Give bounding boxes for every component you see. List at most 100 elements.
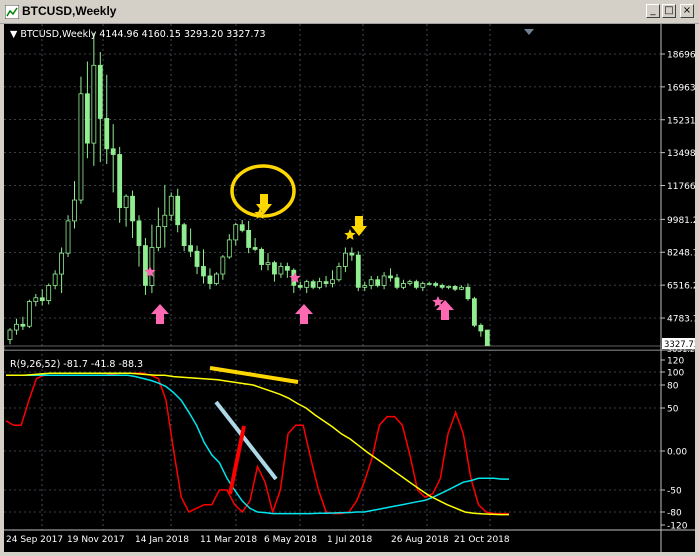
price-tick-label: 18696.20 xyxy=(667,51,695,61)
candlestick-series xyxy=(7,33,490,347)
candle-body xyxy=(130,195,135,222)
candle-body xyxy=(304,281,310,288)
candle-body xyxy=(149,247,155,286)
candle-body xyxy=(413,281,419,288)
candle-body xyxy=(233,224,239,241)
price-tick-label: 8248.70 xyxy=(667,249,695,259)
candle-body xyxy=(362,285,368,288)
candle-body xyxy=(104,118,110,150)
candle-body xyxy=(478,324,484,332)
price-axis: 18696.20 16963.70 15231.20 13498.70 11766.20… xyxy=(661,51,695,354)
chart-canvas[interactable]: 18696.20 16963.70 15231.20 13498.70 11766.20… xyxy=(4,24,695,552)
candle-body xyxy=(46,285,52,302)
indicator-tick-label: 0.00 xyxy=(667,448,687,458)
time-axis: 24 Sep 2017 19 Nov 2017 14 Jan 2018 11 Mar … xyxy=(6,535,510,545)
candle-body xyxy=(446,285,452,288)
candle-body xyxy=(213,273,219,284)
window-titlebar: BTCUSD,Weekly _ □ × xyxy=(0,0,699,24)
candle-body xyxy=(420,283,426,288)
candle-body xyxy=(317,281,323,288)
candle-body xyxy=(471,298,477,326)
candle-body xyxy=(123,195,129,209)
yellow-arrow-down-icon xyxy=(256,194,272,214)
current-price-label: 3327.73 xyxy=(664,340,695,350)
window-title: BTCUSD,Weekly xyxy=(22,4,117,18)
candle-body xyxy=(407,281,413,284)
pink-arrow-up-icon xyxy=(295,304,313,324)
candle-body xyxy=(175,195,181,226)
candle-body xyxy=(368,279,374,286)
candle-body xyxy=(26,301,32,327)
candle-body xyxy=(52,273,58,286)
candle-body xyxy=(162,214,168,228)
time-tick-label: 24 Sep 2017 xyxy=(6,535,63,545)
candle-body xyxy=(201,266,206,277)
candle-body xyxy=(91,64,97,144)
candle-body xyxy=(375,279,381,286)
pink-arrow-up-icon xyxy=(151,304,169,324)
candle-body xyxy=(117,154,123,209)
indicator-tick-label: 100 xyxy=(667,369,684,379)
candle-body xyxy=(388,275,393,279)
candle-body xyxy=(465,286,471,300)
candle-body xyxy=(246,230,252,248)
candle-body xyxy=(239,224,245,231)
chart-header-info: ▼ BTCUSD,Weekly 4144.96 4160.15 3293.20 … xyxy=(10,29,266,40)
candle-body xyxy=(265,262,271,265)
candle-body xyxy=(349,252,355,256)
candle-body xyxy=(33,297,39,302)
candle-body xyxy=(401,283,406,288)
price-tick-label: 9981.20 xyxy=(667,216,695,226)
candle-body xyxy=(381,275,387,286)
indicator-label: R(9,26,52) -81.7 -41.8 -88.3 xyxy=(10,359,143,370)
candle-body xyxy=(7,329,13,340)
candle-body xyxy=(226,239,232,258)
candle-body xyxy=(155,226,161,248)
candle-body xyxy=(39,297,45,302)
candle-body xyxy=(85,93,90,144)
candle-body xyxy=(459,286,464,290)
candle-body xyxy=(394,277,400,288)
time-tick-label: 19 Nov 2017 xyxy=(67,535,125,545)
indicator-tick-label: 80 xyxy=(667,382,679,392)
price-tick-label: 4783.70 xyxy=(667,315,695,325)
candle-body xyxy=(355,254,361,288)
candle-body xyxy=(136,220,142,246)
minimize-button[interactable]: _ xyxy=(646,4,660,18)
candle-body xyxy=(310,281,316,288)
indicator-tick-label: -80 xyxy=(667,509,682,519)
maximize-button[interactable]: □ xyxy=(662,4,676,18)
candle-body xyxy=(323,281,329,284)
blue-trend-stroke xyxy=(214,400,278,481)
candle-body xyxy=(59,252,64,275)
candle-body xyxy=(433,283,439,286)
shift-marker-icon[interactable] xyxy=(524,29,534,35)
price-tick-label: 16963.70 xyxy=(667,83,695,93)
time-tick-label: 6 May 2018 xyxy=(264,535,317,545)
close-button[interactable]: × xyxy=(680,4,694,18)
candle-body xyxy=(484,329,490,347)
time-tick-label: 21 Oct 2018 xyxy=(454,535,510,545)
chart-window-icon xyxy=(5,5,19,19)
candle-body xyxy=(188,245,194,252)
candle-body xyxy=(452,285,458,290)
candle-body xyxy=(78,93,84,201)
red-trend-stroke xyxy=(228,425,246,495)
candle-body xyxy=(181,224,187,246)
indicator-tick-label: -50 xyxy=(667,487,682,497)
candle-body xyxy=(168,195,174,216)
candle-body xyxy=(336,266,342,281)
indicator-line-fast xyxy=(5,372,509,515)
chart-area[interactable]: 18696.20 16963.70 15231.20 13498.70 11766.20… xyxy=(4,24,695,552)
candle-body xyxy=(342,252,348,267)
time-tick-label: 11 Mar 2018 xyxy=(200,535,257,545)
candle-body xyxy=(110,148,116,155)
candle-body xyxy=(272,262,277,275)
candle-body xyxy=(259,248,264,265)
candle-body xyxy=(439,285,445,288)
indicator-tick-label: 120 xyxy=(667,357,684,367)
time-tick-label: 14 Jan 2018 xyxy=(135,535,189,545)
candle-body xyxy=(278,266,284,275)
indicator-series xyxy=(5,372,509,516)
candle-body xyxy=(207,275,213,284)
